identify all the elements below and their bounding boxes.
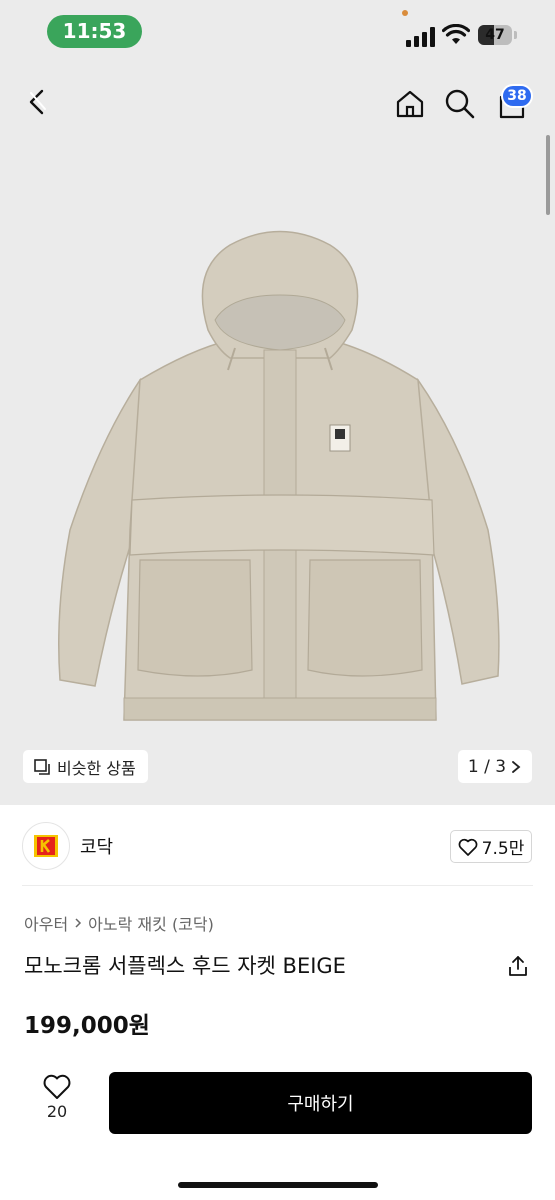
home-icon (396, 90, 424, 118)
breadcrumb-subcategory[interactable]: 아노락 재킷 (코닥) (88, 911, 214, 935)
status-time: 11:53 (47, 15, 142, 48)
privacy-indicator-dot (402, 10, 408, 16)
waist-panel (129, 494, 435, 556)
back-icon (29, 89, 46, 115)
similar-items-icon (34, 758, 50, 775)
brand-like-button[interactable]: 7.5만 (450, 830, 532, 863)
cart-count-badge: 38 (501, 84, 533, 108)
battery-icon: 47 (478, 25, 512, 45)
battery-tip (514, 31, 517, 39)
brand-name[interactable]: 코닥 (80, 833, 113, 859)
chevron-right-icon (75, 918, 82, 928)
product-image-gallery[interactable]: 11:53 47 38 비슷한 상품 1 / 3 (0, 0, 555, 805)
pager-text: 1 / 3 (467, 756, 507, 777)
similar-products-label: 비슷한 상품 (57, 758, 136, 778)
home-indicator[interactable] (178, 1182, 378, 1188)
home-button[interactable] (390, 84, 430, 124)
chevron-right-icon (512, 760, 521, 773)
wishlist-count: 20 (46, 1102, 68, 1121)
breadcrumb: 아우터 아노락 재킷 (코닥) (24, 911, 214, 935)
breadcrumb-category[interactable]: 아우터 (24, 911, 68, 935)
hem-band (123, 697, 437, 721)
share-icon (509, 956, 527, 976)
left-pocket (137, 559, 253, 677)
wishlist-button[interactable]: 20 (30, 1073, 84, 1133)
product-title: 모노크롬 서플렉스 후드 자켓 BEIGE (24, 954, 346, 978)
signal-icon (406, 27, 435, 47)
product-price: 199,000원 (24, 1013, 150, 1039)
product-photo[interactable] (40, 200, 520, 740)
right-pocket (307, 559, 423, 677)
battery-level: 47 (485, 27, 505, 43)
top-nav-bar (0, 70, 555, 134)
back-button[interactable] (18, 82, 58, 122)
kodak-logo-icon (34, 835, 58, 857)
similar-products-button[interactable]: 비슷한 상품 (23, 750, 148, 783)
section-divider (22, 885, 533, 886)
search-icon (445, 89, 475, 119)
scrollbar[interactable] (546, 135, 550, 215)
brand-logo[interactable] (22, 822, 70, 870)
buy-button[interactable]: 구매하기 (109, 1072, 532, 1134)
search-button[interactable] (440, 84, 480, 124)
brand-like-count: 7.5만 (481, 839, 525, 859)
heart-icon (458, 838, 478, 856)
heart-icon (43, 1074, 71, 1099)
status-bar: 11:53 47 (0, 0, 555, 64)
image-pager[interactable]: 1 / 3 (458, 750, 532, 783)
wifi-icon (442, 24, 470, 44)
share-button[interactable] (503, 951, 533, 981)
